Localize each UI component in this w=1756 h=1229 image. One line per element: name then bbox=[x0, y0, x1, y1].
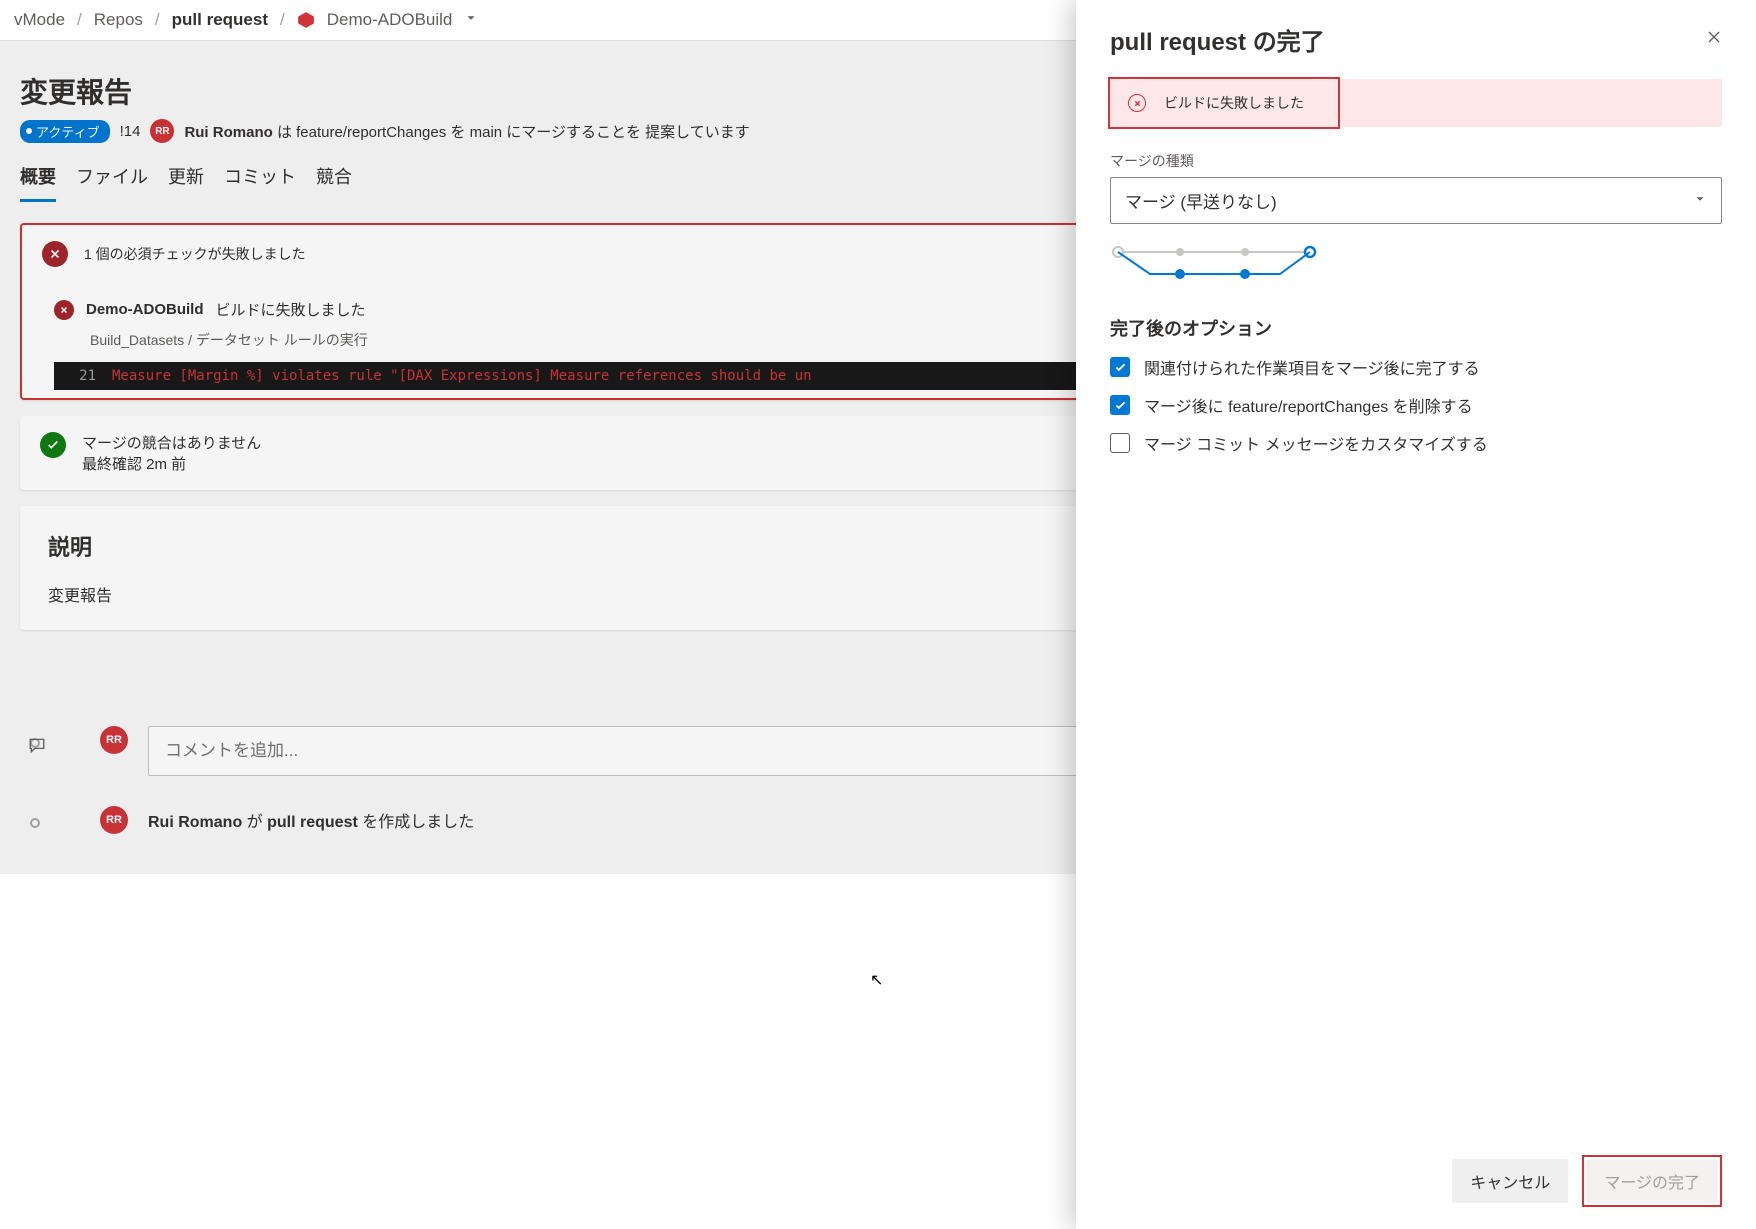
breadcrumb-separator: / bbox=[280, 10, 285, 30]
build-status: ビルドに失敗しました bbox=[216, 299, 366, 320]
merge-type-select[interactable]: マージ (早送りなし) bbox=[1110, 177, 1722, 224]
breadcrumb-item[interactable]: Repos bbox=[94, 10, 143, 30]
chevron-down-icon[interactable] bbox=[464, 10, 478, 30]
avatar: RR bbox=[100, 806, 128, 834]
tab-commits[interactable]: コミット bbox=[224, 159, 296, 202]
option-delete-branch[interactable]: マージ後に feature/reportChanges を削除する bbox=[1110, 393, 1722, 417]
timeline-dot bbox=[30, 818, 40, 828]
complete-pr-panel: pull request の完了 ビルドに失敗しました マージの種類 マージ (… bbox=[1076, 0, 1756, 1229]
status-badge: アクティブ bbox=[20, 120, 110, 143]
build-stage: Build_Datasets bbox=[90, 332, 184, 348]
error-icon bbox=[42, 241, 68, 267]
tab-updates[interactable]: 更新 bbox=[168, 159, 204, 202]
complete-merge-highlight: マージの完了 bbox=[1582, 1155, 1722, 1207]
history-entry: Rui Romano が pull request を作成しました bbox=[148, 806, 474, 832]
tab-conflicts[interactable]: 競合 bbox=[316, 159, 352, 202]
avatar: RR bbox=[100, 726, 128, 754]
author-name: Rui Romano bbox=[184, 124, 272, 141]
checkbox-checked-icon bbox=[1110, 357, 1130, 377]
breadcrumb-project[interactable]: Demo-ADOBuild bbox=[327, 10, 453, 30]
checkbox-checked-icon bbox=[1110, 395, 1130, 415]
tab-files[interactable]: ファイル bbox=[76, 159, 148, 202]
post-complete-heading: 完了後のオプション bbox=[1110, 315, 1722, 341]
breadcrumb-item-current[interactable]: pull request bbox=[172, 10, 268, 30]
cursor-icon: ↖ bbox=[870, 970, 883, 990]
error-icon bbox=[54, 300, 74, 320]
breadcrumb-separator: / bbox=[77, 10, 82, 30]
cancel-button[interactable]: キャンセル bbox=[1452, 1159, 1568, 1203]
check-summary: 1 個の必須チェックが失敗しました bbox=[84, 244, 306, 264]
log-line-number: 21 bbox=[66, 368, 96, 384]
source-branch[interactable]: feature/reportChanges bbox=[296, 124, 446, 141]
merge-type-label: マージの種類 bbox=[1110, 151, 1722, 171]
checkbox-unchecked-icon bbox=[1110, 433, 1130, 453]
build-name: Demo-ADOBuild bbox=[86, 301, 204, 318]
merge-ok-subtitle: 最終確認 2m 前 bbox=[82, 453, 261, 474]
comment-icon bbox=[30, 738, 40, 748]
tab-overview[interactable]: 概要 bbox=[20, 159, 56, 202]
log-message: Measure [Margin %] violates rule "[DAX E… bbox=[112, 368, 812, 384]
repo-icon bbox=[297, 11, 315, 29]
avatar[interactable]: RR bbox=[150, 119, 174, 143]
complete-merge-button[interactable]: マージの完了 bbox=[1586, 1159, 1718, 1203]
option-customize-message[interactable]: マージ コミット メッセージをカスタマイズする bbox=[1110, 431, 1722, 455]
target-branch[interactable]: main bbox=[470, 124, 503, 141]
merge-ok-title: マージの競合はありません bbox=[82, 432, 261, 453]
build-step: データセット ルールの実行 bbox=[196, 332, 368, 348]
alert-text: ビルドに失敗しました bbox=[1164, 93, 1304, 113]
breadcrumb-item[interactable]: vMode bbox=[14, 10, 65, 30]
chevron-down-icon bbox=[1693, 191, 1707, 211]
breadcrumb-separator: / bbox=[155, 10, 160, 30]
success-icon bbox=[40, 432, 66, 458]
close-icon[interactable] bbox=[1706, 29, 1722, 50]
panel-title: pull request の完了 bbox=[1110, 22, 1325, 57]
option-complete-workitems[interactable]: 関連付けられた作業項目をマージ後に完了する bbox=[1110, 355, 1722, 379]
merge-graph-diagram bbox=[1110, 244, 1722, 287]
pr-number[interactable]: !14 bbox=[120, 123, 141, 140]
build-failed-alert: ビルドに失敗しました bbox=[1110, 79, 1722, 127]
merge-type-value: マージ (早送りなし) bbox=[1125, 188, 1277, 213]
error-icon bbox=[1128, 94, 1146, 112]
